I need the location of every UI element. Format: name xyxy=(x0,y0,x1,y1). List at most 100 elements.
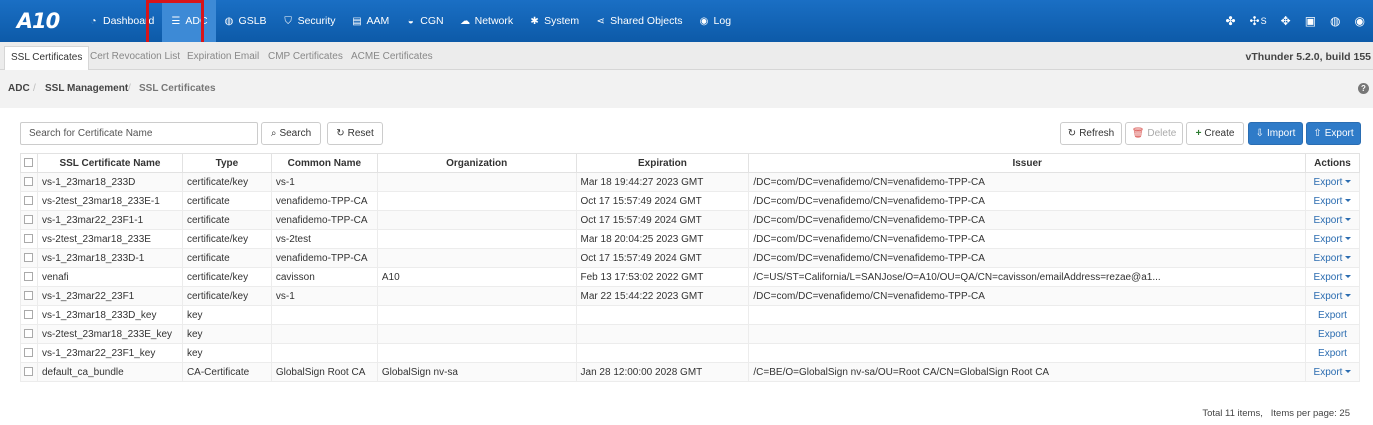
cell-expiration: Mar 18 19:44:27 2023 GMT xyxy=(575,172,750,192)
cell-expiration: Oct 17 15:57:49 2024 GMT xyxy=(575,248,750,268)
refresh-button[interactable]: ↻ Refresh xyxy=(1060,122,1122,145)
column-header-name[interactable]: SSL Certificate Name xyxy=(36,153,183,173)
table-row[interactable]: default_ca_bundle CA-Certificate GlobalSig… xyxy=(20,362,1360,382)
breadcrumb-adc[interactable]: ADC xyxy=(8,83,30,94)
export-action[interactable]: Export xyxy=(1305,324,1360,344)
crosshair-icon[interactable]: ✥ xyxy=(1281,14,1291,28)
tab-cert-revocation-list[interactable]: Cert Revocation List xyxy=(84,46,186,70)
row-checkbox[interactable] xyxy=(20,267,38,287)
export-link[interactable]: Export xyxy=(1314,215,1343,226)
save-icon[interactable]: ▣ xyxy=(1305,14,1316,28)
servers-icon[interactable]: ✣ xyxy=(1250,14,1260,28)
export-action[interactable]: Export xyxy=(1305,248,1360,268)
table-row[interactable]: vs-2test_23mar18_233E_key key Export xyxy=(20,324,1360,344)
nav-item-cgn[interactable]: ◒ CGN xyxy=(397,0,451,42)
column-header-organization[interactable]: Organization xyxy=(376,153,577,173)
tab-ssl-certificates[interactable]: SSL Certificates xyxy=(4,46,90,70)
table-row[interactable]: vs-2test_23mar18_233E certificate/key vs-2… xyxy=(20,229,1360,249)
caret-down-icon[interactable] xyxy=(1345,199,1352,203)
export-link[interactable]: Export xyxy=(1314,367,1343,378)
table-row[interactable]: vs-2test_23mar18_233E-1 certificate venafi… xyxy=(20,191,1360,211)
row-checkbox[interactable] xyxy=(20,324,38,344)
row-checkbox[interactable] xyxy=(20,229,38,249)
breadcrumb-separator: / xyxy=(128,83,131,94)
cell-organization xyxy=(376,305,577,325)
export-link[interactable]: Export xyxy=(1314,177,1343,188)
nav-item-gslb[interactable]: ◍ GSLB xyxy=(216,0,275,42)
delete-button[interactable]: 🗑 Delete xyxy=(1125,122,1183,145)
row-checkbox[interactable] xyxy=(20,362,38,382)
nav-item-system[interactable]: ✱ System xyxy=(521,0,587,42)
nav-item-network[interactable]: ☁ Network xyxy=(452,0,522,42)
export-action[interactable]: Export xyxy=(1305,305,1360,325)
table-row[interactable]: vs-1_23mar22_23F1-1 certificate venafidemo… xyxy=(20,210,1360,230)
export-action[interactable]: Export xyxy=(1305,267,1360,287)
search-input[interactable] xyxy=(20,122,258,145)
export-link[interactable]: Export xyxy=(1318,310,1347,321)
a10-logo[interactable]: A10 xyxy=(6,0,70,42)
row-checkbox[interactable] xyxy=(20,248,38,268)
nav-item-log[interactable]: ◉ Log xyxy=(691,0,740,42)
cell-common-name: vs-2test xyxy=(270,229,378,249)
tab-expiration-email[interactable]: Expiration Email xyxy=(181,46,265,70)
export-action[interactable]: Export xyxy=(1305,362,1360,382)
export-button[interactable]: ⇧ Export xyxy=(1306,122,1361,145)
search-button[interactable]: ⌕ Search xyxy=(261,122,321,145)
column-header-expiration[interactable]: Expiration xyxy=(575,153,750,173)
items-per-page[interactable]: Items per page: 25 xyxy=(1271,408,1350,419)
caret-down-icon[interactable] xyxy=(1345,370,1352,374)
caret-down-icon[interactable] xyxy=(1345,218,1352,222)
row-checkbox[interactable] xyxy=(20,191,38,211)
export-link[interactable]: Export xyxy=(1318,329,1347,340)
import-button[interactable]: ⇩ Import xyxy=(1248,122,1303,145)
export-link[interactable]: Export xyxy=(1314,234,1343,245)
tab-cmp-certificates[interactable]: CMP Certificates xyxy=(262,46,349,70)
row-checkbox[interactable] xyxy=(20,305,38,325)
export-link[interactable]: Export xyxy=(1314,291,1343,302)
row-checkbox[interactable] xyxy=(20,343,38,363)
breadcrumb-ssl-management[interactable]: SSL Management xyxy=(45,83,128,94)
export-link[interactable]: Export xyxy=(1314,272,1343,283)
table-row[interactable]: vs-1_23mar22_23F1_key key Export xyxy=(20,343,1360,363)
total-items: Total 11 items, xyxy=(1202,408,1263,419)
nav-item-aam[interactable]: ▤ AAM xyxy=(344,0,398,42)
export-link[interactable]: Export xyxy=(1314,196,1343,207)
cell-expiration xyxy=(575,305,750,325)
caret-down-icon[interactable] xyxy=(1345,275,1352,279)
table-row[interactable]: venafi certificate/key cavisson A10 Feb 13 1… xyxy=(20,267,1360,287)
help-icon[interactable]: ? xyxy=(1358,83,1369,94)
row-checkbox[interactable] xyxy=(20,286,38,306)
cubes-icon[interactable]: ✤ xyxy=(1225,14,1235,28)
create-button[interactable]: + Create xyxy=(1186,122,1244,145)
export-action[interactable]: Export xyxy=(1305,210,1360,230)
export-action[interactable]: Export xyxy=(1305,229,1360,249)
export-action[interactable]: Export xyxy=(1305,191,1360,211)
nav-item-shared-objects[interactable]: ⋖ Shared Objects xyxy=(587,0,690,42)
caret-down-icon[interactable] xyxy=(1345,256,1352,260)
table-row[interactable]: vs-1_23mar18_233D certificate/key vs-1 Mar … xyxy=(20,172,1360,192)
caret-down-icon[interactable] xyxy=(1345,237,1352,241)
caret-down-icon[interactable] xyxy=(1345,180,1352,184)
row-checkbox[interactable] xyxy=(20,210,38,230)
cell-common-name xyxy=(270,343,378,363)
export-icon: ⇧ xyxy=(1313,128,1322,139)
column-header-type[interactable]: Type xyxy=(181,153,272,173)
export-action[interactable]: Export xyxy=(1305,286,1360,306)
caret-down-icon[interactable] xyxy=(1345,294,1352,298)
export-action[interactable]: Export xyxy=(1305,172,1360,192)
table-row[interactable]: vs-1_23mar22_23F1 certificate/key vs-1 Mar … xyxy=(20,286,1360,306)
table-row[interactable]: vs-1_23mar18_233D_key key Export xyxy=(20,305,1360,325)
export-link[interactable]: Export xyxy=(1314,253,1343,264)
reset-button[interactable]: ↻ Reset xyxy=(327,122,383,145)
export-link[interactable]: Export xyxy=(1318,348,1347,359)
nav-item-security[interactable]: ⛉ Security xyxy=(275,0,344,42)
user-icon[interactable]: ◉ xyxy=(1355,14,1365,28)
select-all-checkbox[interactable] xyxy=(20,153,38,173)
column-header-issuer[interactable]: Issuer xyxy=(748,153,1306,173)
tab-acme-certificates[interactable]: ACME Certificates xyxy=(345,46,439,70)
globe-icon[interactable]: ◍ xyxy=(1330,14,1340,28)
column-header-common-name[interactable]: Common Name xyxy=(270,153,378,173)
export-action[interactable]: Export xyxy=(1305,343,1360,363)
row-checkbox[interactable] xyxy=(20,172,38,192)
table-row[interactable]: vs-1_23mar18_233D-1 certificate venafidemo… xyxy=(20,248,1360,268)
